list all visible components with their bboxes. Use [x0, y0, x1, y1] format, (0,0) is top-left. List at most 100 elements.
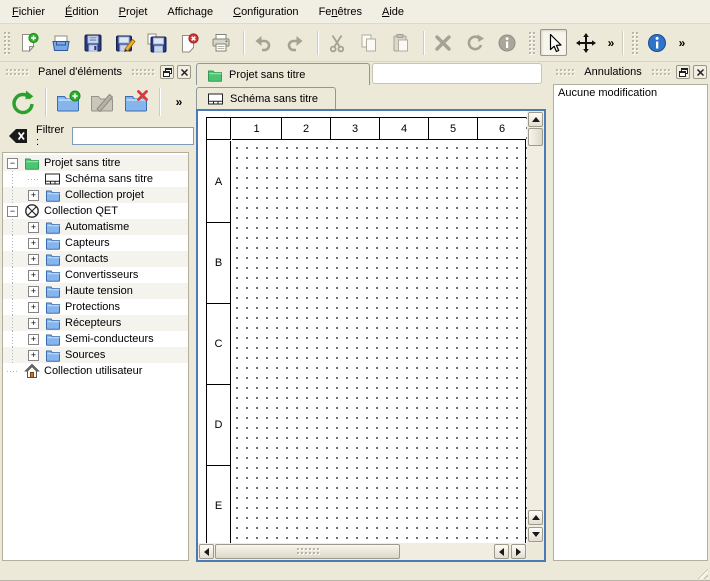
qelectrotech-window: FichierÉditionProjetAffichageConfigurati… — [0, 0, 710, 581]
toolbar-drag-handle[interactable] — [528, 31, 535, 55]
expander-plus-icon[interactable]: + — [28, 270, 39, 281]
delete-category-button[interactable] — [120, 86, 152, 118]
expander-plus-icon[interactable]: + — [28, 302, 39, 313]
tree-item-convertisseurs[interactable]: +Convertisseurs — [3, 267, 188, 283]
tree-guide — [24, 171, 44, 187]
expander-plus-icon[interactable]: + — [28, 238, 39, 249]
tree-item-recepteurs[interactable]: +Récepteurs — [3, 315, 188, 331]
elements-panel: Panel d'éléments » Filtrer : −Projet san… — [0, 62, 194, 563]
undo-panel-title: Annulations — [580, 66, 646, 78]
undo-panel-titlebar[interactable]: Annulations — [550, 62, 710, 82]
scroll-up-button[interactable] — [528, 510, 543, 525]
expander-plus-icon[interactable]: + — [28, 334, 39, 345]
scroll-up-button[interactable] — [528, 112, 543, 127]
new-category-button[interactable] — [52, 86, 84, 118]
elements-panel-titlebar[interactable]: Panel d'éléments — [0, 62, 194, 82]
menu-aide[interactable]: Aide — [372, 3, 414, 21]
paste-button[interactable] — [387, 29, 414, 56]
float-panel-button[interactable] — [160, 65, 174, 79]
horizontal-scrollbar[interactable] — [198, 543, 527, 560]
reload-collections-button[interactable] — [6, 86, 38, 118]
tree-item-schema-sans-titre[interactable]: Schéma sans titre — [3, 171, 188, 187]
toolbar-drag-handle[interactable] — [631, 31, 638, 55]
save-as-button[interactable] — [111, 29, 138, 56]
delete-button[interactable] — [429, 29, 456, 56]
expander-plus-icon[interactable]: + — [28, 222, 39, 233]
menu-projet[interactable]: Projet — [109, 3, 158, 21]
edit-category-button[interactable] — [86, 86, 118, 118]
expander-minus-icon[interactable]: − — [7, 206, 18, 217]
grid-column-header: 1 — [232, 118, 281, 140]
scroll-right-button[interactable] — [511, 544, 526, 559]
copy-button[interactable] — [355, 29, 382, 56]
tree-item-capteurs[interactable]: +Capteurs — [3, 235, 188, 251]
toolbar-overflow-button[interactable]: » — [172, 95, 186, 109]
rotate-button[interactable] — [461, 29, 488, 56]
vertical-scrollbar[interactable] — [527, 111, 544, 543]
tree-item-protections[interactable]: +Protections — [3, 299, 188, 315]
diagram-info-button[interactable] — [643, 29, 670, 56]
save-button[interactable] — [79, 29, 106, 56]
save-all-button[interactable] — [143, 29, 170, 56]
toolbar-overflow-button[interactable]: » — [675, 36, 689, 50]
expander-plus-icon[interactable]: + — [28, 350, 39, 361]
tree-item-haute-tension[interactable]: +Haute tension — [3, 283, 188, 299]
expander-plus-icon[interactable]: + — [28, 190, 39, 201]
tree-item-collection-qet[interactable]: −Collection QET — [3, 203, 188, 219]
tab-project[interactable]: Projet sans titre — [196, 63, 370, 85]
toolbar-overflow-button[interactable]: » — [604, 36, 618, 50]
menu-configuration[interactable]: Configuration — [223, 3, 308, 21]
grid-column-header: 2 — [281, 118, 330, 140]
tree-item-semi-conducteurs[interactable]: +Semi-conducteurs — [3, 331, 188, 347]
statusbar — [0, 563, 710, 581]
print-button[interactable] — [207, 29, 234, 56]
menu-fenetres[interactable]: Fenêtres — [309, 3, 372, 21]
grid-row-header: C — [207, 303, 231, 384]
expander-plus-icon[interactable]: + — [28, 254, 39, 265]
close-file-button[interactable] — [175, 29, 202, 56]
tree-item-contacts[interactable]: +Contacts — [3, 251, 188, 267]
horizontal-scroll-track[interactable] — [400, 543, 493, 560]
schema-canvas[interactable]: 123456ABCDE — [198, 111, 527, 543]
vertical-scroll-thumb[interactable] — [528, 128, 543, 146]
undo-list-item[interactable]: Aucune modification — [554, 85, 707, 101]
redo-button[interactable] — [281, 29, 308, 56]
menu-edition[interactable]: Édition — [55, 3, 109, 21]
scroll-down-button[interactable] — [528, 527, 543, 542]
expander-plus-icon[interactable]: + — [28, 286, 39, 297]
close-panel-button[interactable] — [177, 65, 191, 79]
info-blue-icon — [646, 32, 668, 54]
cut-button[interactable] — [323, 29, 350, 56]
float-panel-button[interactable] — [676, 65, 690, 79]
tree-item-collection-projet[interactable]: +Collection projet — [3, 187, 188, 203]
pan-mode-button[interactable] — [572, 29, 599, 56]
new-project-button[interactable] — [15, 29, 42, 56]
filter-input[interactable] — [72, 127, 194, 145]
save-as-icon — [114, 32, 136, 54]
schema-tabbar: Schéma sans titre — [196, 87, 550, 109]
folder-blue-icon — [44, 219, 61, 235]
tree-item-projet-sans-titre[interactable]: −Projet sans titre — [3, 155, 188, 171]
scroll-left-button[interactable] — [199, 544, 214, 559]
tab-schema[interactable]: Schéma sans titre — [196, 87, 336, 109]
vertical-scroll-track[interactable] — [527, 146, 544, 509]
scroll-left-button[interactable] — [494, 544, 509, 559]
expander-minus-icon[interactable]: − — [7, 158, 18, 169]
tree-guide — [3, 251, 24, 267]
close-panel-button[interactable] — [693, 65, 707, 79]
clear-filter-icon[interactable] — [7, 127, 29, 145]
tree-item-sources[interactable]: +Sources — [3, 347, 188, 363]
select-mode-button[interactable] — [540, 29, 567, 56]
undo-button[interactable] — [249, 29, 276, 56]
refresh-icon — [9, 89, 35, 115]
tree-item-collection-utilisateur[interactable]: Collection utilisateur — [3, 363, 188, 379]
element-info-button[interactable] — [493, 29, 520, 56]
tree-item-automatisme[interactable]: +Automatisme — [3, 219, 188, 235]
menu-fichier[interactable]: Fichier — [2, 3, 55, 21]
horizontal-scroll-thumb[interactable] — [215, 544, 400, 559]
menu-affichage[interactable]: Affichage — [157, 3, 223, 21]
open-project-button[interactable] — [47, 29, 74, 56]
toolbar-drag-handle[interactable] — [3, 31, 10, 55]
resize-grip[interactable] — [695, 566, 708, 579]
expander-plus-icon[interactable]: + — [28, 318, 39, 329]
